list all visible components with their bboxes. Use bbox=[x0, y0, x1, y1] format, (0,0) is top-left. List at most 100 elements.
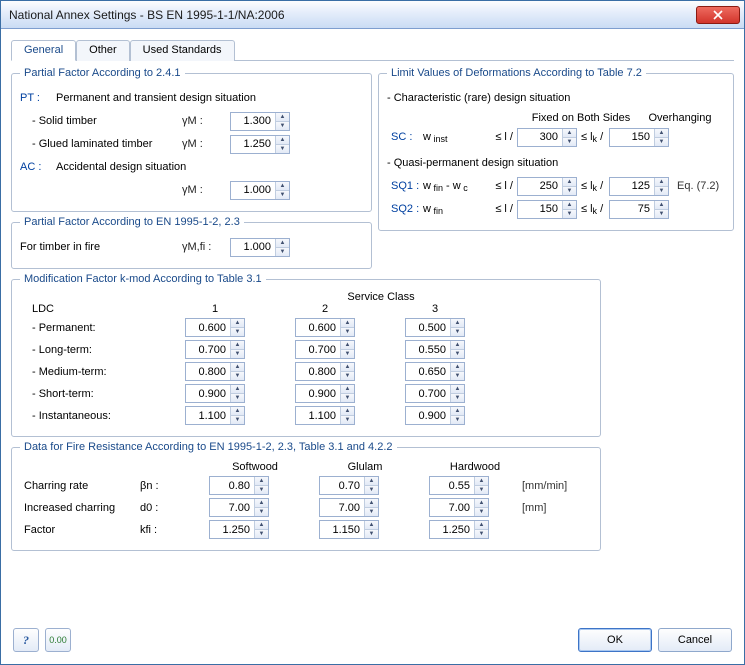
kmod-r1-c3-input[interactable] bbox=[406, 341, 450, 358]
up-icon[interactable]: ▲ bbox=[475, 477, 488, 486]
kmod-r4-c3-spinner[interactable]: ▲▼ bbox=[405, 406, 465, 425]
ac-input[interactable] bbox=[231, 182, 275, 199]
kmod-r2-c3-spinner[interactable]: ▲▼ bbox=[405, 362, 465, 381]
solid-timber-spinner[interactable]: ▲▼ bbox=[230, 112, 290, 131]
up-icon[interactable]: ▲ bbox=[365, 521, 378, 530]
down-icon[interactable]: ▼ bbox=[255, 530, 268, 538]
kmod-r4-c2-input[interactable] bbox=[296, 407, 340, 424]
down-icon[interactable]: ▼ bbox=[655, 187, 668, 195]
cancel-button[interactable]: Cancel bbox=[658, 628, 732, 652]
up-icon[interactable]: ▲ bbox=[655, 201, 668, 210]
kmod-r1-c3-spinner[interactable]: ▲▼ bbox=[405, 340, 465, 359]
up-icon[interactable]: ▲ bbox=[563, 129, 576, 138]
down-icon[interactable]: ▼ bbox=[276, 191, 289, 199]
solid-timber-input[interactable] bbox=[231, 113, 275, 130]
kmod-r1-c1-input[interactable] bbox=[186, 341, 230, 358]
kmod-r3-c2-input[interactable] bbox=[296, 385, 340, 402]
up-icon[interactable]: ▲ bbox=[276, 136, 289, 145]
down-icon[interactable]: ▼ bbox=[231, 350, 244, 358]
fire-r2-c3-input[interactable] bbox=[430, 499, 474, 516]
fire-r1-c1-input[interactable] bbox=[210, 477, 254, 494]
down-icon[interactable]: ▼ bbox=[655, 210, 668, 218]
defaults-button[interactable]: 0.00 bbox=[45, 628, 71, 652]
fire-r3-c1-spinner[interactable]: ▲▼ bbox=[209, 520, 269, 539]
sq1-v2-input[interactable] bbox=[610, 178, 654, 195]
down-icon[interactable]: ▼ bbox=[365, 508, 378, 516]
kmod-r2-c1-spinner[interactable]: ▲▼ bbox=[185, 362, 245, 381]
fire-r1-c3-spinner[interactable]: ▲▼ bbox=[429, 476, 489, 495]
down-icon[interactable]: ▼ bbox=[563, 187, 576, 195]
up-icon[interactable]: ▲ bbox=[276, 182, 289, 191]
up-icon[interactable]: ▲ bbox=[341, 385, 354, 394]
kmod-r2-c2-spinner[interactable]: ▲▼ bbox=[295, 362, 355, 381]
kmod-r3-c3-input[interactable] bbox=[406, 385, 450, 402]
fire-input[interactable] bbox=[231, 239, 275, 256]
fire-r2-c2-spinner[interactable]: ▲▼ bbox=[319, 498, 379, 517]
up-icon[interactable]: ▲ bbox=[276, 239, 289, 248]
fire-r2-c1-input[interactable] bbox=[210, 499, 254, 516]
fire-r2-c2-input[interactable] bbox=[320, 499, 364, 516]
up-icon[interactable]: ▲ bbox=[655, 129, 668, 138]
up-icon[interactable]: ▲ bbox=[341, 319, 354, 328]
kmod-r2-c3-input[interactable] bbox=[406, 363, 450, 380]
sq1-v1-spinner[interactable]: ▲▼ bbox=[517, 177, 577, 196]
down-icon[interactable]: ▼ bbox=[255, 508, 268, 516]
down-icon[interactable]: ▼ bbox=[255, 486, 268, 494]
down-icon[interactable]: ▼ bbox=[365, 486, 378, 494]
fire-r1-c2-input[interactable] bbox=[320, 477, 364, 494]
down-icon[interactable]: ▼ bbox=[276, 145, 289, 153]
down-icon[interactable]: ▼ bbox=[276, 248, 289, 256]
up-icon[interactable]: ▲ bbox=[231, 385, 244, 394]
kmod-r0-c3-input[interactable] bbox=[406, 319, 450, 336]
up-icon[interactable]: ▲ bbox=[231, 341, 244, 350]
down-icon[interactable]: ▼ bbox=[365, 530, 378, 538]
down-icon[interactable]: ▼ bbox=[231, 416, 244, 424]
up-icon[interactable]: ▲ bbox=[231, 407, 244, 416]
kmod-r4-c3-input[interactable] bbox=[406, 407, 450, 424]
kmod-r1-c2-spinner[interactable]: ▲▼ bbox=[295, 340, 355, 359]
kmod-r0-c1-spinner[interactable]: ▲▼ bbox=[185, 318, 245, 337]
down-icon[interactable]: ▼ bbox=[563, 210, 576, 218]
fire-r3-c2-spinner[interactable]: ▲▼ bbox=[319, 520, 379, 539]
up-icon[interactable]: ▲ bbox=[255, 477, 268, 486]
fire-r3-c3-spinner[interactable]: ▲▼ bbox=[429, 520, 489, 539]
up-icon[interactable]: ▲ bbox=[563, 201, 576, 210]
down-icon[interactable]: ▼ bbox=[451, 416, 464, 424]
kmod-r0-c2-input[interactable] bbox=[296, 319, 340, 336]
sq2-v2-spinner[interactable]: ▲▼ bbox=[609, 200, 669, 219]
sq1-v2-spinner[interactable]: ▲▼ bbox=[609, 177, 669, 196]
up-icon[interactable]: ▲ bbox=[341, 363, 354, 372]
sc-v2-input[interactable] bbox=[610, 129, 654, 146]
up-icon[interactable]: ▲ bbox=[255, 499, 268, 508]
sq2-v1-spinner[interactable]: ▲▼ bbox=[517, 200, 577, 219]
close-button[interactable] bbox=[696, 6, 740, 24]
up-icon[interactable]: ▲ bbox=[451, 363, 464, 372]
down-icon[interactable]: ▼ bbox=[341, 372, 354, 380]
down-icon[interactable]: ▼ bbox=[231, 328, 244, 336]
down-icon[interactable]: ▼ bbox=[231, 372, 244, 380]
fire-r3-c1-input[interactable] bbox=[210, 521, 254, 538]
ac-spinner[interactable]: ▲▼ bbox=[230, 181, 290, 200]
fire-spinner[interactable]: ▲▼ bbox=[230, 238, 290, 257]
up-icon[interactable]: ▲ bbox=[365, 499, 378, 508]
down-icon[interactable]: ▼ bbox=[341, 394, 354, 402]
down-icon[interactable]: ▼ bbox=[231, 394, 244, 402]
down-icon[interactable]: ▼ bbox=[475, 486, 488, 494]
up-icon[interactable]: ▲ bbox=[475, 499, 488, 508]
down-icon[interactable]: ▼ bbox=[341, 416, 354, 424]
fire-r2-c1-spinner[interactable]: ▲▼ bbox=[209, 498, 269, 517]
sc-v1-spinner[interactable]: ▲▼ bbox=[517, 128, 577, 147]
down-icon[interactable]: ▼ bbox=[341, 350, 354, 358]
up-icon[interactable]: ▲ bbox=[276, 113, 289, 122]
glulam-spinner[interactable]: ▲▼ bbox=[230, 135, 290, 154]
up-icon[interactable]: ▲ bbox=[451, 407, 464, 416]
kmod-r3-c3-spinner[interactable]: ▲▼ bbox=[405, 384, 465, 403]
kmod-r0-c3-spinner[interactable]: ▲▼ bbox=[405, 318, 465, 337]
glulam-input[interactable] bbox=[231, 136, 275, 153]
down-icon[interactable]: ▼ bbox=[475, 530, 488, 538]
up-icon[interactable]: ▲ bbox=[255, 521, 268, 530]
up-icon[interactable]: ▲ bbox=[341, 407, 354, 416]
down-icon[interactable]: ▼ bbox=[655, 138, 668, 146]
kmod-r3-c1-input[interactable] bbox=[186, 385, 230, 402]
fire-r1-c1-spinner[interactable]: ▲▼ bbox=[209, 476, 269, 495]
